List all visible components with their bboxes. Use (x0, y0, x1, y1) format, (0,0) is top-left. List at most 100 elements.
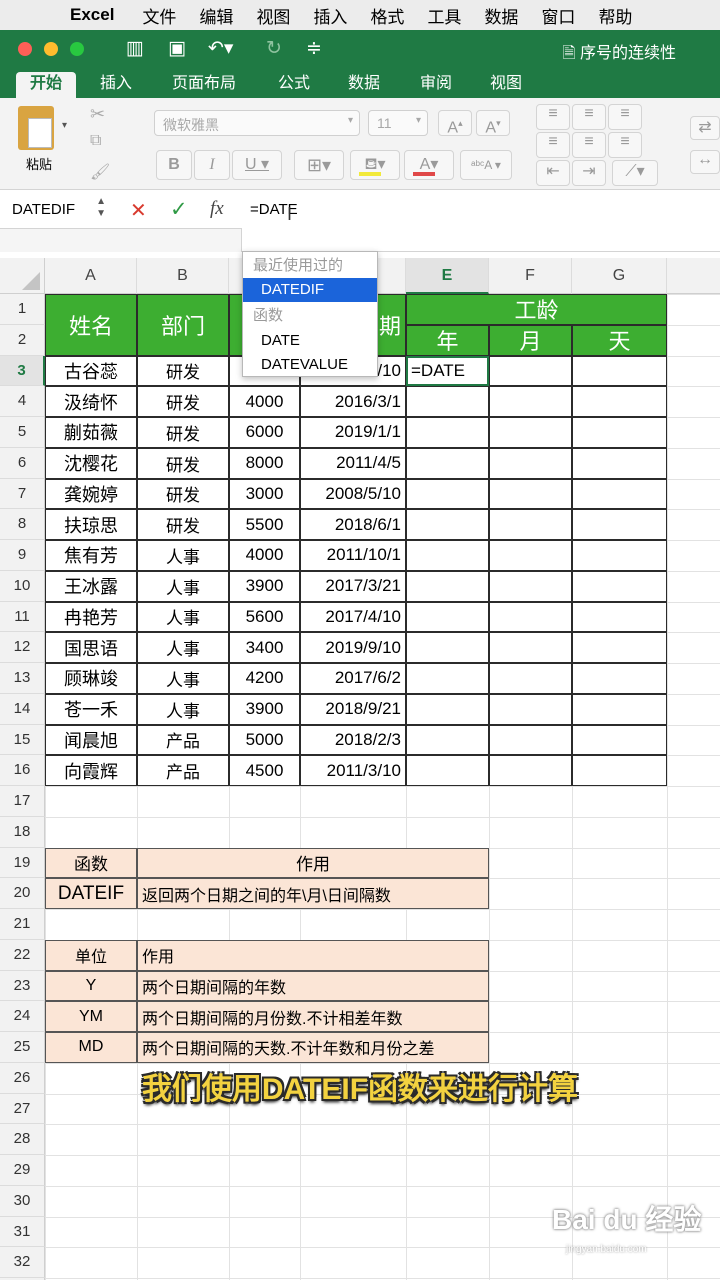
enter-icon[interactable]: ✓ (170, 197, 188, 222)
unit-code[interactable]: YM (45, 1001, 137, 1032)
underline-button[interactable]: U ▾ (232, 150, 282, 180)
minimize-window-button[interactable] (44, 42, 58, 56)
row-header[interactable]: 2 (0, 324, 45, 356)
cell-year[interactable] (406, 632, 489, 663)
row-header[interactable]: 32 (0, 1247, 45, 1278)
cell-year[interactable] (406, 570, 489, 602)
cell-salary[interactable]: 4000 (229, 386, 300, 417)
cell-dept[interactable]: 产品 (137, 755, 229, 786)
cell-dept[interactable]: 研发 (137, 509, 229, 540)
cell-salary[interactable]: 3400 (229, 632, 300, 663)
font-size-select[interactable]: 11 ▾ (368, 110, 428, 136)
row-header[interactable]: 28 (0, 1124, 45, 1155)
menu-view[interactable]: 视图 (256, 3, 290, 28)
column-header-b[interactable]: B (137, 258, 229, 294)
row-header[interactable]: 7 (0, 478, 45, 510)
row-header[interactable]: 30 (0, 1185, 45, 1217)
cell-month[interactable] (489, 632, 572, 663)
cell-month[interactable] (489, 601, 572, 633)
cell-name[interactable]: 冉艳芳 (45, 601, 137, 633)
tab-formulas[interactable]: 公式 (278, 72, 310, 98)
fill-color-button[interactable]: ⛾▾ (350, 150, 400, 180)
cell-dept[interactable]: 研发 (137, 355, 229, 387)
cell-date[interactable]: 2011/10/1 (300, 540, 406, 571)
align-left-button[interactable]: ≡ (536, 132, 570, 158)
phonetic-button[interactable]: ᵃᵇᶜA ▾ (460, 150, 512, 180)
align-middle-button[interactable]: ≡ (572, 104, 606, 130)
decrease-font-size-button[interactable]: A▾ (476, 110, 510, 136)
customize-toolbar-icon[interactable]: ≑ (306, 37, 322, 60)
row-header[interactable]: 4 (0, 386, 45, 417)
wrap-text-button[interactable]: ⇄ (690, 116, 720, 140)
row-header[interactable]: 16 (0, 755, 45, 786)
cell-date[interactable]: 2019/1/1 (300, 417, 406, 448)
cell-name[interactable]: 沈樱花 (45, 447, 137, 479)
cell-dept[interactable]: 人事 (137, 601, 229, 633)
cell-date[interactable]: 2011/3/10 (300, 755, 406, 786)
menu-app-excel[interactable]: Excel (70, 5, 114, 25)
cell-name[interactable]: 闻晨旭 (45, 724, 137, 756)
row-header[interactable]: 25 (0, 1032, 45, 1063)
cell-dept[interactable]: 研发 (137, 417, 229, 448)
cell-day[interactable] (572, 724, 667, 756)
row-header[interactable]: 15 (0, 724, 45, 756)
tab-review[interactable]: 审阅 (420, 72, 452, 98)
cell-date[interactable]: 2011/4/5 (300, 447, 406, 479)
cell-date[interactable]: 2018/9/21 (300, 693, 406, 725)
column-header-f[interactable]: F (489, 258, 572, 294)
cell-dept[interactable]: 产品 (137, 724, 229, 756)
autocomplete-item-date[interactable]: DATE (243, 329, 377, 353)
cell-name[interactable]: 蒯茹薇 (45, 417, 137, 448)
cell-day[interactable] (572, 509, 667, 540)
row-header[interactable]: 11 (0, 601, 45, 633)
row-header[interactable]: 18 (0, 816, 45, 848)
cell-date[interactable]: 2017/4/10 (300, 601, 406, 633)
autocomplete-item-datevalue[interactable]: DATEVALUE (243, 353, 377, 377)
menu-insert[interactable]: 插入 (313, 3, 347, 28)
cell-salary[interactable]: 5600 (229, 601, 300, 633)
cell-date[interactable]: 2018/2/3 (300, 724, 406, 756)
cell-date[interactable]: 2017/3/21 (300, 570, 406, 602)
row-header[interactable]: 17 (0, 786, 45, 817)
cell-month[interactable] (489, 509, 572, 540)
cell-day[interactable] (572, 570, 667, 602)
cell-year[interactable] (406, 755, 489, 786)
row-header[interactable]: 20 (0, 878, 45, 909)
cancel-icon[interactable]: ✕ (130, 198, 147, 223)
cell-dept[interactable]: 研发 (137, 386, 229, 417)
cell-salary[interactable]: 3000 (229, 478, 300, 510)
cell-day[interactable] (572, 386, 667, 417)
row-header[interactable]: 9 (0, 540, 45, 571)
cell-year[interactable] (406, 724, 489, 756)
func-desc[interactable]: 返回两个日期之间的年\月\日间隔数 (137, 878, 489, 909)
borders-button[interactable]: ⊞▾ (294, 150, 344, 180)
row-header[interactable]: 12 (0, 632, 45, 663)
cell-day[interactable] (572, 601, 667, 633)
unit-code[interactable]: MD (45, 1032, 137, 1063)
cell-date[interactable]: 2016/3/1 (300, 386, 406, 417)
column-header-e[interactable]: E (406, 258, 489, 294)
header-dept[interactable]: 部门 (137, 294, 229, 356)
cell-day[interactable] (572, 355, 667, 387)
cell-day[interactable] (572, 632, 667, 663)
cell-salary[interactable]: 5000 (229, 724, 300, 756)
cell-salary[interactable]: 4200 (229, 663, 300, 694)
select-all-corner[interactable] (0, 258, 45, 294)
cell-name[interactable]: 焦有芳 (45, 540, 137, 571)
cell-day[interactable] (572, 693, 667, 725)
cell-date[interactable]: 2008/5/10 (300, 478, 406, 510)
increase-indent-button[interactable]: ⇥ (572, 160, 606, 186)
decrease-indent-button[interactable]: ⇤ (536, 160, 570, 186)
cell-year[interactable] (406, 663, 489, 694)
menu-window[interactable]: 窗口 (541, 3, 575, 28)
cell-name[interactable]: 古谷蕊 (45, 355, 137, 387)
autocomplete-item-datedif[interactable]: DATEDIF (243, 278, 377, 302)
cell-year[interactable] (406, 540, 489, 571)
tab-home[interactable]: 开始 (16, 72, 77, 98)
cell-year[interactable] (406, 417, 489, 448)
cell-salary[interactable]: 3900 (229, 570, 300, 602)
cell-salary[interactable]: 3900 (229, 693, 300, 725)
func-header-purpose[interactable]: 作用 (137, 847, 489, 879)
row-header[interactable]: 13 (0, 663, 45, 694)
paste-dropdown-icon[interactable]: ▾ (62, 120, 67, 131)
